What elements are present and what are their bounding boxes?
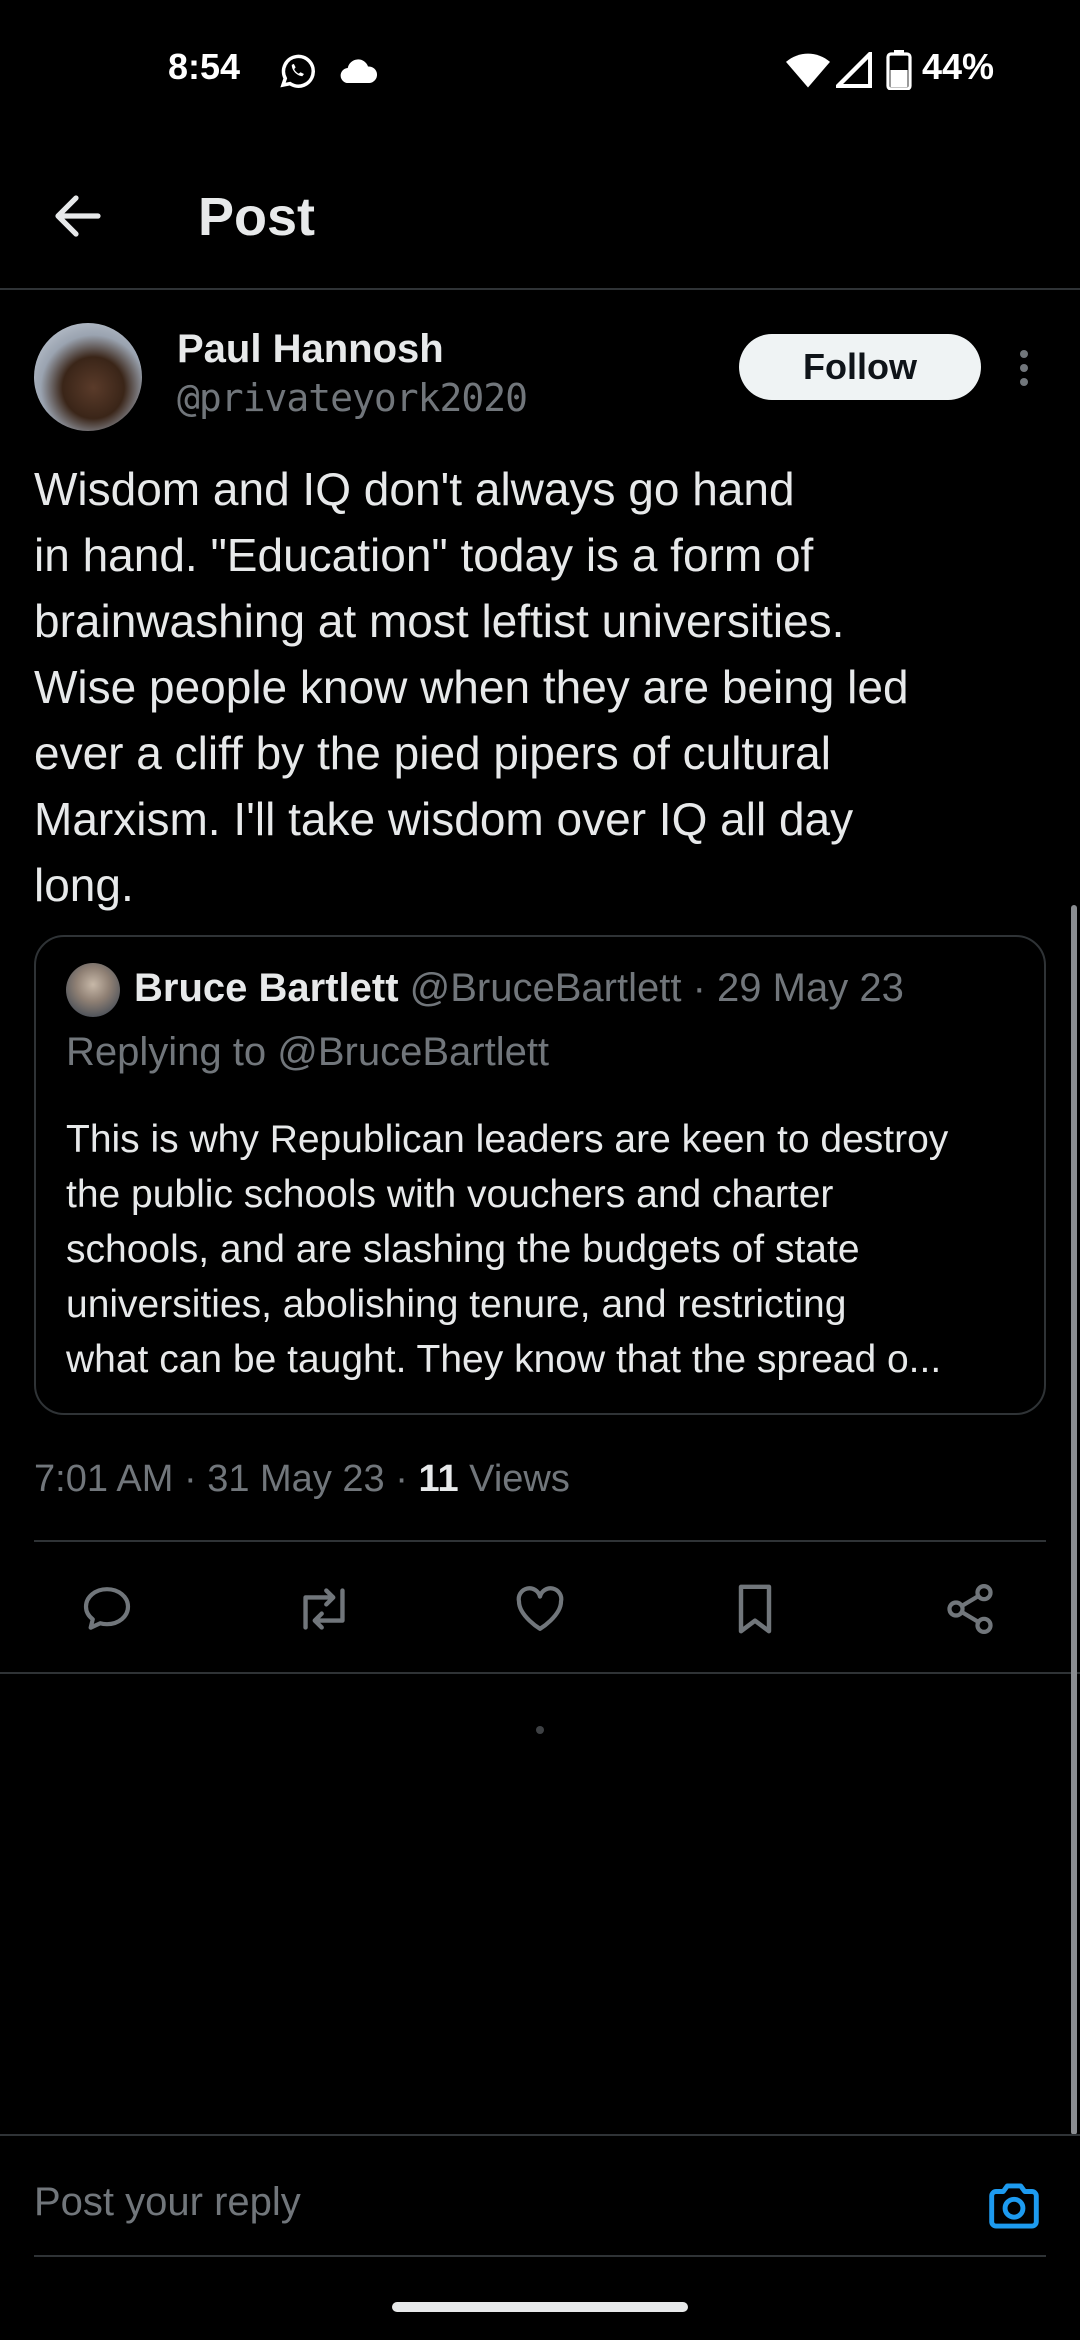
bookmark-button[interactable] [720, 1574, 790, 1644]
quoted-author-avatar [66, 963, 120, 1017]
repost-button[interactable] [289, 1574, 359, 1644]
scrollbar[interactable] [1071, 905, 1077, 2135]
loading-indicator [536, 1726, 544, 1734]
quoted-post-text: This is why Republican leaders are keen … [66, 1118, 949, 1381]
share-button[interactable] [935, 1574, 1005, 1644]
battery-icon [886, 50, 912, 95]
battery-percent: 44% [922, 46, 995, 87]
post-date: 31 May 23 [207, 1458, 385, 1500]
follow-button[interactable]: Follow [739, 334, 981, 400]
home-indicator[interactable] [392, 2302, 688, 2312]
reply-icon [83, 1587, 131, 1630]
like-button[interactable] [505, 1574, 575, 1644]
author-handle[interactable]: @privateyork2020 [177, 376, 528, 420]
more-options-button[interactable] [1006, 340, 1042, 396]
meta-divider [34, 1540, 1046, 1542]
bookmark-icon [738, 1584, 772, 1634]
header-divider [0, 288, 1080, 290]
views-label[interactable]: Views [469, 1458, 570, 1500]
quoted-replying-to: Replying to @BruceBartlett [66, 1030, 550, 1074]
post-meta: 7:01 AM · 31 May 23 · 11 Views [34, 1458, 570, 1501]
status-time: 8:54 [168, 46, 241, 87]
reply-button[interactable] [72, 1574, 142, 1644]
reply-input-underline [34, 2255, 1046, 2257]
arrow-left-icon [55, 195, 101, 237]
more-dot-icon [1020, 350, 1028, 358]
views-count[interactable]: 11 [418, 1458, 458, 1500]
author-avatar[interactable] [34, 323, 142, 431]
separator-dot: · [183, 1458, 208, 1500]
repost-icon [303, 1588, 345, 1630]
share-icon [947, 1584, 993, 1634]
quoted-author-handle: @BruceBartlett [409, 966, 682, 1010]
post-text: Wisdom and IQ don't always go hand in ha… [34, 463, 909, 911]
more-dot-icon [1020, 364, 1028, 372]
page-title: Post [198, 187, 316, 247]
separator-dot: · [692, 966, 706, 1010]
signal-icon [832, 48, 873, 93]
more-dot-icon [1020, 378, 1028, 386]
camera-button[interactable] [984, 2176, 1044, 2236]
cloud-icon [338, 56, 380, 91]
wifi-icon [786, 52, 830, 95]
like-icon [516, 1586, 564, 1631]
quoted-post-date: 29 May 23 [717, 966, 904, 1010]
actions-divider [0, 1672, 1080, 1674]
post-time: 7:01 AM [34, 1458, 174, 1500]
camera-icon [989, 2183, 1039, 2229]
quoted-author-name: Bruce Bartlett [134, 966, 399, 1010]
reply-bar-divider [0, 2134, 1080, 2136]
quoted-post-header: Bruce Bartlett @BruceBartlett · 29 May 2… [134, 966, 904, 1011]
whatsapp-icon [276, 50, 318, 97]
reply-input[interactable]: Post your reply [34, 2180, 301, 2225]
separator-dot: · [395, 1458, 419, 1500]
back-button[interactable] [40, 178, 116, 254]
author-name[interactable]: Paul Hannosh [177, 327, 444, 372]
